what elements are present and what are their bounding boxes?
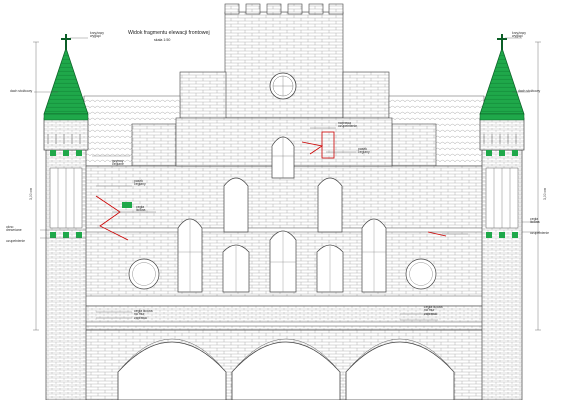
- label-bottom-right: cegła licowa na mur zaprawa: [424, 305, 443, 316]
- label-band-right: pasek ceglany: [358, 147, 370, 155]
- label-cross-left: krzyżowy wygląd: [90, 31, 104, 39]
- label-dim-right: 3,00 cm: [543, 187, 547, 200]
- label-cornice-left: gzymsy ceglane: [112, 159, 124, 167]
- label-band-left: pasek ceglany: [134, 179, 146, 187]
- label-roof-right: dach stożkowy: [518, 89, 541, 93]
- green-patch: [122, 202, 132, 208]
- label-cross-right: krzyżowy wygląd: [512, 31, 526, 39]
- label-repair-right: naprawa uzupełnienie: [338, 121, 358, 129]
- central-tower: [224, 3, 344, 123]
- label-mid-left: uzupełnienie: [6, 239, 26, 243]
- label-roof-left: dach stożkowy: [10, 89, 33, 93]
- label-bottom-left: cegła licowa na mur zaprawa: [134, 309, 153, 320]
- label-window-left: okno drewniane: [6, 225, 22, 233]
- label-dim-left: 3,00 cm: [29, 187, 33, 200]
- label-brick-left: cegła licowa: [136, 205, 146, 213]
- label-mid-right: uzupełnienie: [530, 231, 550, 235]
- label-brick-right: cegła licowa: [530, 217, 540, 225]
- left-turret: [43, 34, 89, 400]
- facade-drawing: [33, 3, 541, 400]
- arcade: [83, 329, 485, 400]
- drawing-scale: skala 1:50: [154, 38, 171, 42]
- drawing-title: Widok fragmentu elewacji frontowej: [128, 30, 210, 36]
